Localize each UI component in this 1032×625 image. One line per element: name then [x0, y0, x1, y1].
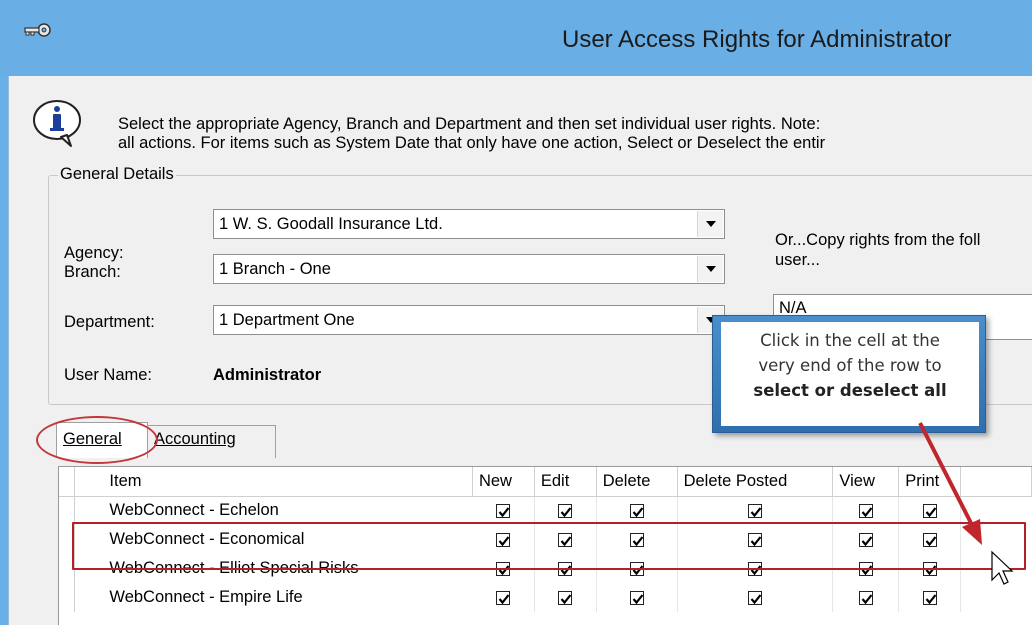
cell-new[interactable]	[472, 583, 535, 612]
app-window: User Access Rights for Administrator Sel…	[0, 0, 1032, 625]
column-header-view[interactable]: View	[832, 467, 900, 497]
key-icon	[24, 23, 51, 37]
cell-edit[interactable]	[534, 496, 597, 525]
checkbox-delete[interactable]	[629, 590, 644, 605]
checkmark-icon	[498, 593, 510, 604]
instructions-line-1: Select the appropriate Agency, Branch an…	[118, 115, 821, 133]
cell-delete[interactable]	[596, 496, 678, 525]
username-label: User Name:	[64, 366, 153, 384]
table-row[interactable]: WebConnect - Echelon	[59, 496, 1032, 525]
instructions-text: Select the appropriate Agency, Branch an…	[118, 115, 1032, 153]
tab-accounting-label: Accounting	[154, 430, 236, 448]
branch-value: 1 Branch - One	[219, 260, 331, 278]
username-value: Administrator	[213, 366, 322, 384]
checkbox-print[interactable]	[922, 590, 937, 605]
department-value: 1 Department One	[219, 311, 355, 329]
cell-delete[interactable]	[596, 583, 678, 612]
branch-label: Branch:	[64, 263, 121, 282]
checkmark-icon	[632, 507, 644, 518]
checkmark-icon	[632, 593, 644, 604]
department-dropdown[interactable]: 1 Department One	[213, 305, 725, 335]
checkbox-view[interactable]	[858, 503, 873, 518]
checkmark-icon	[750, 593, 762, 604]
checkbox-print[interactable]	[922, 503, 937, 518]
checkmark-icon	[498, 507, 510, 518]
checkbox-delete-posted[interactable]	[747, 503, 762, 518]
row-item-name: WebConnect - Empire Life	[109, 588, 303, 606]
general-tab-highlight	[36, 416, 158, 464]
row-highlight	[72, 522, 1026, 570]
window-title: User Access Rights for Administrator	[562, 26, 952, 53]
callout-text: Click in the cell at the very end of the…	[721, 322, 979, 426]
column-header-select-all[interactable]	[960, 467, 1032, 497]
checkbox-edit[interactable]	[558, 590, 573, 605]
column-header-print[interactable]: Print	[898, 467, 962, 497]
checkbox-view[interactable]	[858, 590, 873, 605]
checkbox-new[interactable]	[496, 590, 511, 605]
instructions-line-2: all actions. For items such as System Da…	[118, 134, 826, 152]
column-header-delete-posted[interactable]: Delete Posted	[677, 467, 834, 497]
cell-edit[interactable]	[534, 583, 597, 612]
chevron-down-icon	[705, 266, 716, 272]
column-header-edit[interactable]: Edit	[534, 467, 597, 497]
chevron-down-icon	[705, 221, 716, 227]
general-details-legend: General Details	[58, 165, 176, 184]
copy-rights-line-2: user...	[775, 251, 820, 269]
checkmark-icon	[925, 507, 937, 518]
callout-line-3-bold: select or deselect all	[753, 381, 947, 400]
agency-label: Agency:	[64, 244, 124, 262]
agency-value: 1 W. S. Goodall Insurance Ltd.	[219, 215, 443, 233]
cell-delete-posted[interactable]	[677, 496, 834, 525]
cell-new[interactable]	[472, 496, 535, 525]
checkmark-icon	[861, 507, 873, 518]
checkmark-icon	[750, 507, 762, 518]
checkmark-icon	[560, 507, 572, 518]
select-all-cell[interactable]	[961, 583, 1032, 612]
column-header-new[interactable]: New	[472, 467, 535, 497]
agency-dropdown[interactable]: 1 W. S. Goodall Insurance Ltd.	[213, 209, 725, 239]
grid-corner	[59, 467, 76, 497]
checkbox-edit[interactable]	[558, 503, 573, 518]
title-bar[interactable]: User Access Rights for Administrator	[0, 0, 1032, 76]
callout-box: Click in the cell at the very end of the…	[712, 315, 986, 433]
cell-view[interactable]	[832, 583, 900, 612]
row-selector[interactable]	[59, 496, 76, 525]
column-header-delete[interactable]: Delete	[596, 467, 678, 497]
checkmark-icon	[861, 593, 873, 604]
callout-line-3: select or deselect all	[721, 378, 979, 403]
checkbox-delete[interactable]	[629, 503, 644, 518]
cell-print[interactable]	[898, 496, 962, 525]
row-item-name: WebConnect - Echelon	[109, 501, 279, 520]
cell-delete-posted[interactable]	[677, 583, 834, 612]
checkmark-icon	[560, 593, 572, 604]
branch-dropdown[interactable]: 1 Branch - One	[213, 254, 725, 284]
tab-accounting[interactable]: Accounting	[148, 425, 276, 458]
copy-rights-text: Or...Copy rights from the foll user...	[775, 230, 1032, 270]
checkbox-new[interactable]	[496, 503, 511, 518]
grid-header-row: Item New Edit Delete Delete Posted View …	[59, 467, 1032, 497]
column-header-item[interactable]: Item	[74, 467, 473, 497]
branch-dropdown-arrow[interactable]	[697, 256, 723, 282]
select-all-cell[interactable]	[961, 496, 1032, 525]
row-selector[interactable]	[59, 583, 76, 612]
cell-print[interactable]	[898, 583, 962, 612]
table-row[interactable]: WebConnect - Empire Life	[59, 583, 1032, 612]
checkmark-icon	[925, 593, 937, 604]
department-label: Department:	[64, 313, 155, 331]
branch-label-text: Branch:	[64, 263, 121, 281]
checkbox-delete-posted[interactable]	[747, 590, 762, 605]
callout-line-2: very end of the row to	[758, 356, 942, 375]
agency-dropdown-arrow[interactable]	[697, 211, 723, 237]
callout-line-1: Click in the cell at the	[760, 331, 940, 350]
cell-view[interactable]	[832, 496, 900, 525]
copy-rights-line-1: Or...Copy rights from the foll	[775, 231, 981, 249]
info-icon	[33, 100, 81, 147]
